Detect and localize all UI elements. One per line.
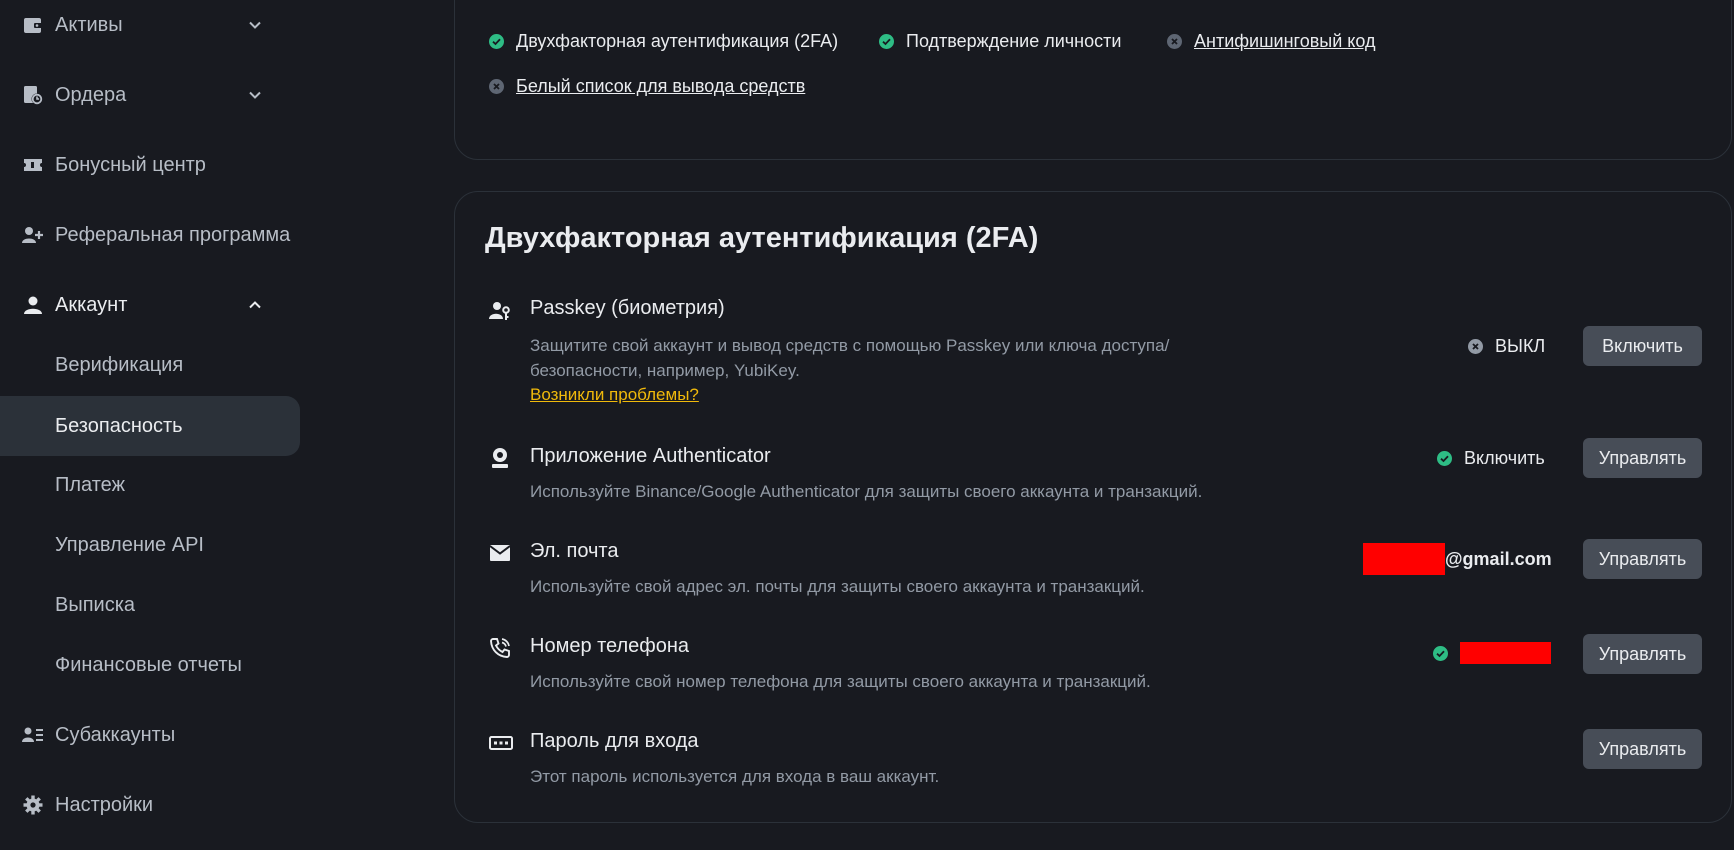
check-antiphishing: Антифишинговый код [1167, 31, 1375, 52]
passkey-status: ВЫКЛ [1468, 336, 1545, 357]
check-2fa: Двухфакторная аутентификация (2FA) [489, 31, 838, 52]
sidebar-item-account[interactable]: Аккаунт [0, 275, 300, 335]
security-checks-card: Двухфакторная аутентификация (2FA) Подтв… [454, 0, 1732, 160]
mail-icon [489, 542, 511, 564]
check-circle-icon [1437, 451, 1452, 466]
sidebar-item-label: Верификация [55, 353, 184, 376]
sidebar-item-subaccounts[interactable]: Субаккаунты [0, 705, 300, 765]
antiphishing-link[interactable]: Антифишинговый код [1194, 31, 1375, 52]
ticket-icon [22, 154, 44, 176]
phone-icon [489, 637, 511, 659]
row-title: Номер телефона [530, 635, 690, 657]
sidebar-item-label: Выписка [55, 593, 136, 616]
password-manage-button[interactable]: Управлять [1583, 729, 1702, 769]
twofa-card: Двухфакторная аутентификация (2FA) Passk… [454, 191, 1732, 823]
chevron-up-icon [248, 298, 262, 312]
x-circle-icon [1468, 339, 1483, 354]
status-text: ВЫКЛ [1495, 336, 1546, 356]
passkey-enable-button[interactable]: Включить [1583, 326, 1702, 366]
sidebar-subitem-payment[interactable]: Платеж [0, 455, 300, 515]
check-withdrawal-whitelist: Белый список для вывода средств [489, 76, 805, 97]
check-identity: Подтверждение личности [879, 31, 1121, 52]
passkey-icon [489, 300, 511, 322]
check-label: Двухфакторная аутентификация (2FA) [516, 31, 839, 51]
sidebar-item-label: Настройки [55, 793, 154, 816]
row-title: Пароль для входа [530, 730, 699, 752]
x-circle-icon [1167, 34, 1182, 49]
sidebar-item-label: Бонусный центр [55, 153, 206, 176]
sidebar-subitem-financial-reports[interactable]: Финансовые отчеты [0, 635, 300, 695]
sidebar-item-label: Аккаунт [55, 293, 128, 316]
section-title: Двухфакторная аутентификация (2FA) [485, 222, 1039, 254]
authenticator-manage-button[interactable]: Управлять [1583, 438, 1702, 478]
phone-status [1433, 642, 1551, 664]
row-title: Приложение Authenticator [530, 445, 771, 467]
row-desc: Используйте свой адрес эл. почты для защ… [530, 577, 1145, 596]
sidebar-item-label: Реферальная программа [55, 223, 291, 246]
check-circle-icon [1433, 645, 1448, 661]
row-desc: Этот пароль используется для входа в ваш… [530, 767, 940, 786]
row-desc: Используйте свой номер телефона для защи… [530, 672, 1151, 691]
add-user-icon [22, 224, 44, 246]
authenticator-icon [489, 447, 511, 469]
chevron-down-icon [248, 18, 262, 32]
sidebar: Активы Ордера Бонусный центр Реферальная… [0, 0, 300, 850]
user-icon [22, 294, 44, 316]
sidebar-item-bonus-center[interactable]: Бонусный центр [0, 135, 300, 195]
row-title: Эл. почта [530, 540, 619, 562]
sidebar-item-label: Управление API [55, 533, 204, 556]
withdrawal-whitelist-link[interactable]: Белый список для вывода средств [516, 76, 805, 97]
sidebar-item-label: Субаккаунты [55, 723, 176, 746]
row-title: Passkey (биометрия) [530, 297, 725, 319]
row-desc: Используйте Binance/Google Authenticator… [530, 482, 1203, 501]
subaccounts-icon [22, 724, 44, 746]
x-circle-icon [489, 79, 504, 94]
wallet-icon [22, 14, 44, 36]
phone-manage-button[interactable]: Управлять [1583, 634, 1702, 674]
orders-icon [22, 84, 44, 106]
sidebar-item-settings[interactable]: Настройки [0, 775, 300, 835]
check-circle-icon [489, 34, 504, 49]
sidebar-item-label: Финансовые отчеты [55, 653, 242, 676]
sidebar-item-label: Безопасность [55, 414, 183, 437]
email-status: @gmail.com [1363, 543, 1552, 575]
sidebar-item-assets[interactable]: Активы [0, 0, 300, 55]
sidebar-subitem-security[interactable]: Безопасность [0, 396, 300, 456]
redacted-phone-box [1460, 642, 1551, 664]
password-icon [489, 732, 513, 754]
email-domain: @gmail.com [1445, 548, 1552, 569]
status-text: Включить [1464, 448, 1545, 468]
check-circle-icon [879, 34, 894, 49]
row-desc-line2: безопасности, например, YubiKey. [530, 361, 800, 380]
gear-icon [22, 794, 44, 816]
redacted-email-box [1363, 543, 1445, 575]
check-label: Подтверждение личности [906, 31, 1122, 51]
sidebar-item-referral[interactable]: Реферальная программа [0, 205, 300, 265]
sidebar-item-label: Ордера [55, 83, 127, 106]
sidebar-item-label: Активы [55, 13, 123, 36]
email-manage-button[interactable]: Управлять [1583, 539, 1702, 579]
sidebar-item-orders[interactable]: Ордера [0, 65, 300, 125]
row-desc-line1: Защитите свой аккаунт и вывод средств с … [530, 336, 1170, 355]
sidebar-item-label: Платеж [55, 473, 125, 496]
problems-link[interactable]: Возникли проблемы? [530, 385, 699, 405]
sidebar-subitem-verification[interactable]: Верификация [0, 335, 300, 395]
sidebar-subitem-api-management[interactable]: Управление API [0, 515, 300, 575]
chevron-down-icon [248, 88, 262, 102]
authenticator-status: Включить [1437, 448, 1545, 469]
sidebar-subitem-statement[interactable]: Выписка [0, 575, 300, 635]
